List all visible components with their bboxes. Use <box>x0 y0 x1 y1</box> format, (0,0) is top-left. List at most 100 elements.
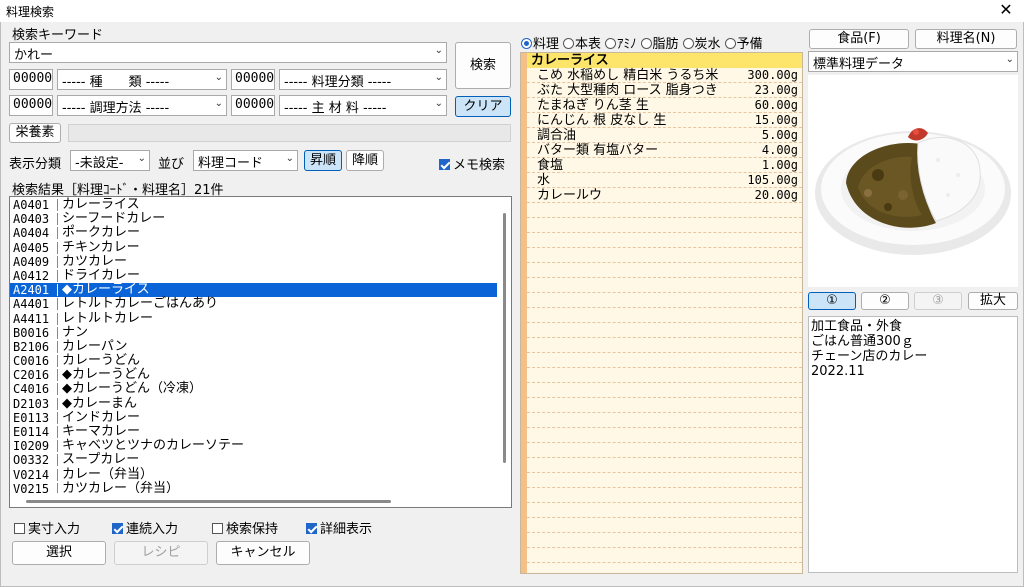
ingredient-name: 調合油 <box>537 128 577 143</box>
results-list[interactable]: A0401 カレーライス A0403 シーフードカレー A0404 ポークカレー A0405… <box>9 196 512 508</box>
hscroll-thumb[interactable] <box>26 500 391 503</box>
keep-search-checkbox[interactable]: 検索保持 <box>212 518 278 537</box>
ingredient-row[interactable]: 食塩 1.00g <box>527 158 802 173</box>
nutrient-button[interactable]: 栄養素 <box>9 123 61 143</box>
photo-3-button[interactable]: ③ <box>914 292 962 310</box>
photo-1-button[interactable]: ① <box>808 292 856 310</box>
actual-input-checkbox[interactable]: 実寸入力 <box>14 518 80 537</box>
table-row[interactable]: B0016 ナン <box>10 324 498 340</box>
type-code-field[interactable]: 00000 <box>9 69 53 90</box>
table-row[interactable]: B2106 カレーパン <box>10 339 498 354</box>
view-tab-radio[interactable]: ｱﾐﾉ <box>605 37 637 52</box>
table-row[interactable]: A0403 シーフードカレー <box>10 211 498 226</box>
main-ingredient-combo[interactable]: ----- 主 材 料 ----- ⌄ <box>279 95 447 116</box>
cancel-button[interactable]: キャンセル <box>216 541 310 565</box>
nutrient-condition-field[interactable] <box>68 124 511 142</box>
empty-ingredient-row[interactable] <box>527 248 802 263</box>
close-icon[interactable]: ✕ <box>996 0 1016 19</box>
ascending-button[interactable]: 昇順 <box>304 150 342 171</box>
view-tab-radio[interactable]: 炭水 <box>682 37 721 52</box>
dish-class-code-field[interactable]: 00000 <box>231 69 275 90</box>
table-row[interactable]: D2103 ◆カレーまん <box>10 396 498 411</box>
continuous-input-checkbox[interactable]: 連続入力 <box>112 518 178 537</box>
select-button[interactable]: 選択 <box>12 541 106 565</box>
empty-ingredient-row[interactable] <box>527 203 802 218</box>
ingredient-row[interactable]: 水 105.00g <box>527 173 802 188</box>
sort-combo[interactable]: 料理コード ⌄ <box>193 150 298 171</box>
ingredient-row[interactable]: たまねぎ りん茎 生 60.00g <box>527 98 802 113</box>
table-row[interactable]: O0332 スープカレー <box>10 453 498 468</box>
empty-ingredient-row[interactable] <box>527 428 802 443</box>
table-row[interactable]: A0405 チキンカレー <box>10 240 498 255</box>
dish-name: ナン <box>62 324 89 340</box>
table-row[interactable]: C4016 ◆カレーうどん（冷凍） <box>10 382 498 397</box>
checkbox-unchecked-icon <box>212 523 223 534</box>
empty-ingredient-row[interactable] <box>527 233 802 248</box>
ingredient-row[interactable]: こめ 水稲めし 精白米 うるち米 300.00g <box>527 68 802 83</box>
empty-ingredient-row[interactable] <box>527 488 802 503</box>
zoom-button[interactable]: 拡大 <box>968 292 1018 310</box>
empty-ingredient-row[interactable] <box>527 398 802 413</box>
empty-ingredient-row[interactable] <box>527 293 802 308</box>
descending-button[interactable]: 降順 <box>346 150 384 171</box>
dish-class-combo[interactable]: ----- 料理分類 ----- ⌄ <box>279 69 447 90</box>
vertical-scrollbar[interactable] <box>497 197 511 492</box>
cooking-method-combo[interactable]: ----- 調理方法 ----- ⌄ <box>57 95 227 116</box>
horizontal-scrollbar[interactable] <box>10 493 499 507</box>
table-row[interactable]: E0113 インドカレー <box>10 410 498 425</box>
empty-ingredient-row[interactable] <box>527 263 802 278</box>
empty-ingredient-row[interactable] <box>527 413 802 428</box>
table-row[interactable]: A4401 レトルトカレーごはんあり <box>10 297 498 312</box>
table-row[interactable]: E0114 キーマカレー <box>10 424 498 439</box>
empty-ingredient-row[interactable] <box>527 548 802 563</box>
ingredient-row[interactable]: ぶた 大型種肉 ロース 脂身つき 23.00g <box>527 83 802 98</box>
empty-ingredient-row[interactable] <box>527 443 802 458</box>
empty-ingredient-row[interactable] <box>527 353 802 368</box>
cooking-method-code-field[interactable]: 00000 <box>9 95 53 116</box>
empty-ingredient-row[interactable] <box>527 278 802 293</box>
chevron-down-icon: ⌄ <box>214 98 223 109</box>
empty-ingredient-row[interactable] <box>527 473 802 488</box>
data-source-combo[interactable]: 標準料理データ ⌄ <box>808 51 1018 72</box>
search-button[interactable]: 検索 <box>455 42 511 89</box>
table-row[interactable]: V0214 カレー（弁当） <box>10 467 498 482</box>
empty-ingredient-row[interactable] <box>527 503 802 518</box>
empty-ingredient-row[interactable] <box>527 218 802 233</box>
empty-ingredient-row[interactable] <box>527 338 802 353</box>
detail-display-checkbox[interactable]: 詳細表示 <box>306 518 372 537</box>
keyword-combo[interactable]: かれー ⌄ <box>9 42 447 63</box>
empty-ingredient-row[interactable] <box>527 533 802 548</box>
ingredient-row[interactable]: にんじん 根 皮なし 生 15.00g <box>527 113 802 128</box>
empty-ingredient-row[interactable] <box>527 383 802 398</box>
dish-name-button[interactable]: 料理名(N) <box>915 29 1017 49</box>
ingredient-row[interactable]: バター類 有塩バター 4.00g <box>527 143 802 158</box>
table-row[interactable]: A0409 カツカレー <box>10 254 498 269</box>
view-tab-radio[interactable]: 予備 <box>724 37 763 52</box>
empty-ingredient-row[interactable] <box>527 368 802 383</box>
empty-ingredient-row[interactable] <box>527 323 802 338</box>
photo-2-button[interactable]: ② <box>861 292 909 310</box>
table-row[interactable]: A4411 レトルトカレー <box>10 311 498 326</box>
clear-button[interactable]: クリア <box>455 96 511 117</box>
chevron-down-icon: ⌄ <box>434 72 443 83</box>
recipe-button[interactable]: レシピ <box>114 541 208 565</box>
empty-ingredient-row[interactable] <box>527 458 802 473</box>
table-row[interactable]: A0412 ドライカレー <box>10 268 498 283</box>
scroll-thumb[interactable] <box>503 213 506 463</box>
main-ingredient-code-field[interactable]: 00000 <box>231 95 275 116</box>
table-row[interactable]: I0209 キャベツとツナのカレーソテー <box>10 438 498 453</box>
table-row[interactable]: A0404 ポークカレー <box>10 226 498 241</box>
view-tab-radio[interactable]: 脂肪 <box>640 37 679 52</box>
display-class-combo[interactable]: -未設定- ⌄ <box>70 150 150 171</box>
empty-ingredient-row[interactable] <box>527 308 802 323</box>
table-row[interactable]: C0016 カレーうどん <box>10 353 498 368</box>
view-tab-radio[interactable]: 料理 <box>521 37 559 52</box>
empty-ingredient-row[interactable] <box>527 518 802 533</box>
ingredient-row[interactable]: 調合油 5.00g <box>527 128 802 143</box>
food-button[interactable]: 食品(F) <box>809 29 909 49</box>
table-row[interactable]: A0401 カレーライス <box>10 197 498 212</box>
ingredient-row[interactable]: カレールウ 20.00g <box>527 188 802 203</box>
view-tab-radio[interactable]: 本表 <box>563 37 601 52</box>
type-combo[interactable]: ----- 種 類 ----- ⌄ <box>57 69 227 90</box>
memo-search-checkbox[interactable]: メモ検索 <box>439 154 505 173</box>
